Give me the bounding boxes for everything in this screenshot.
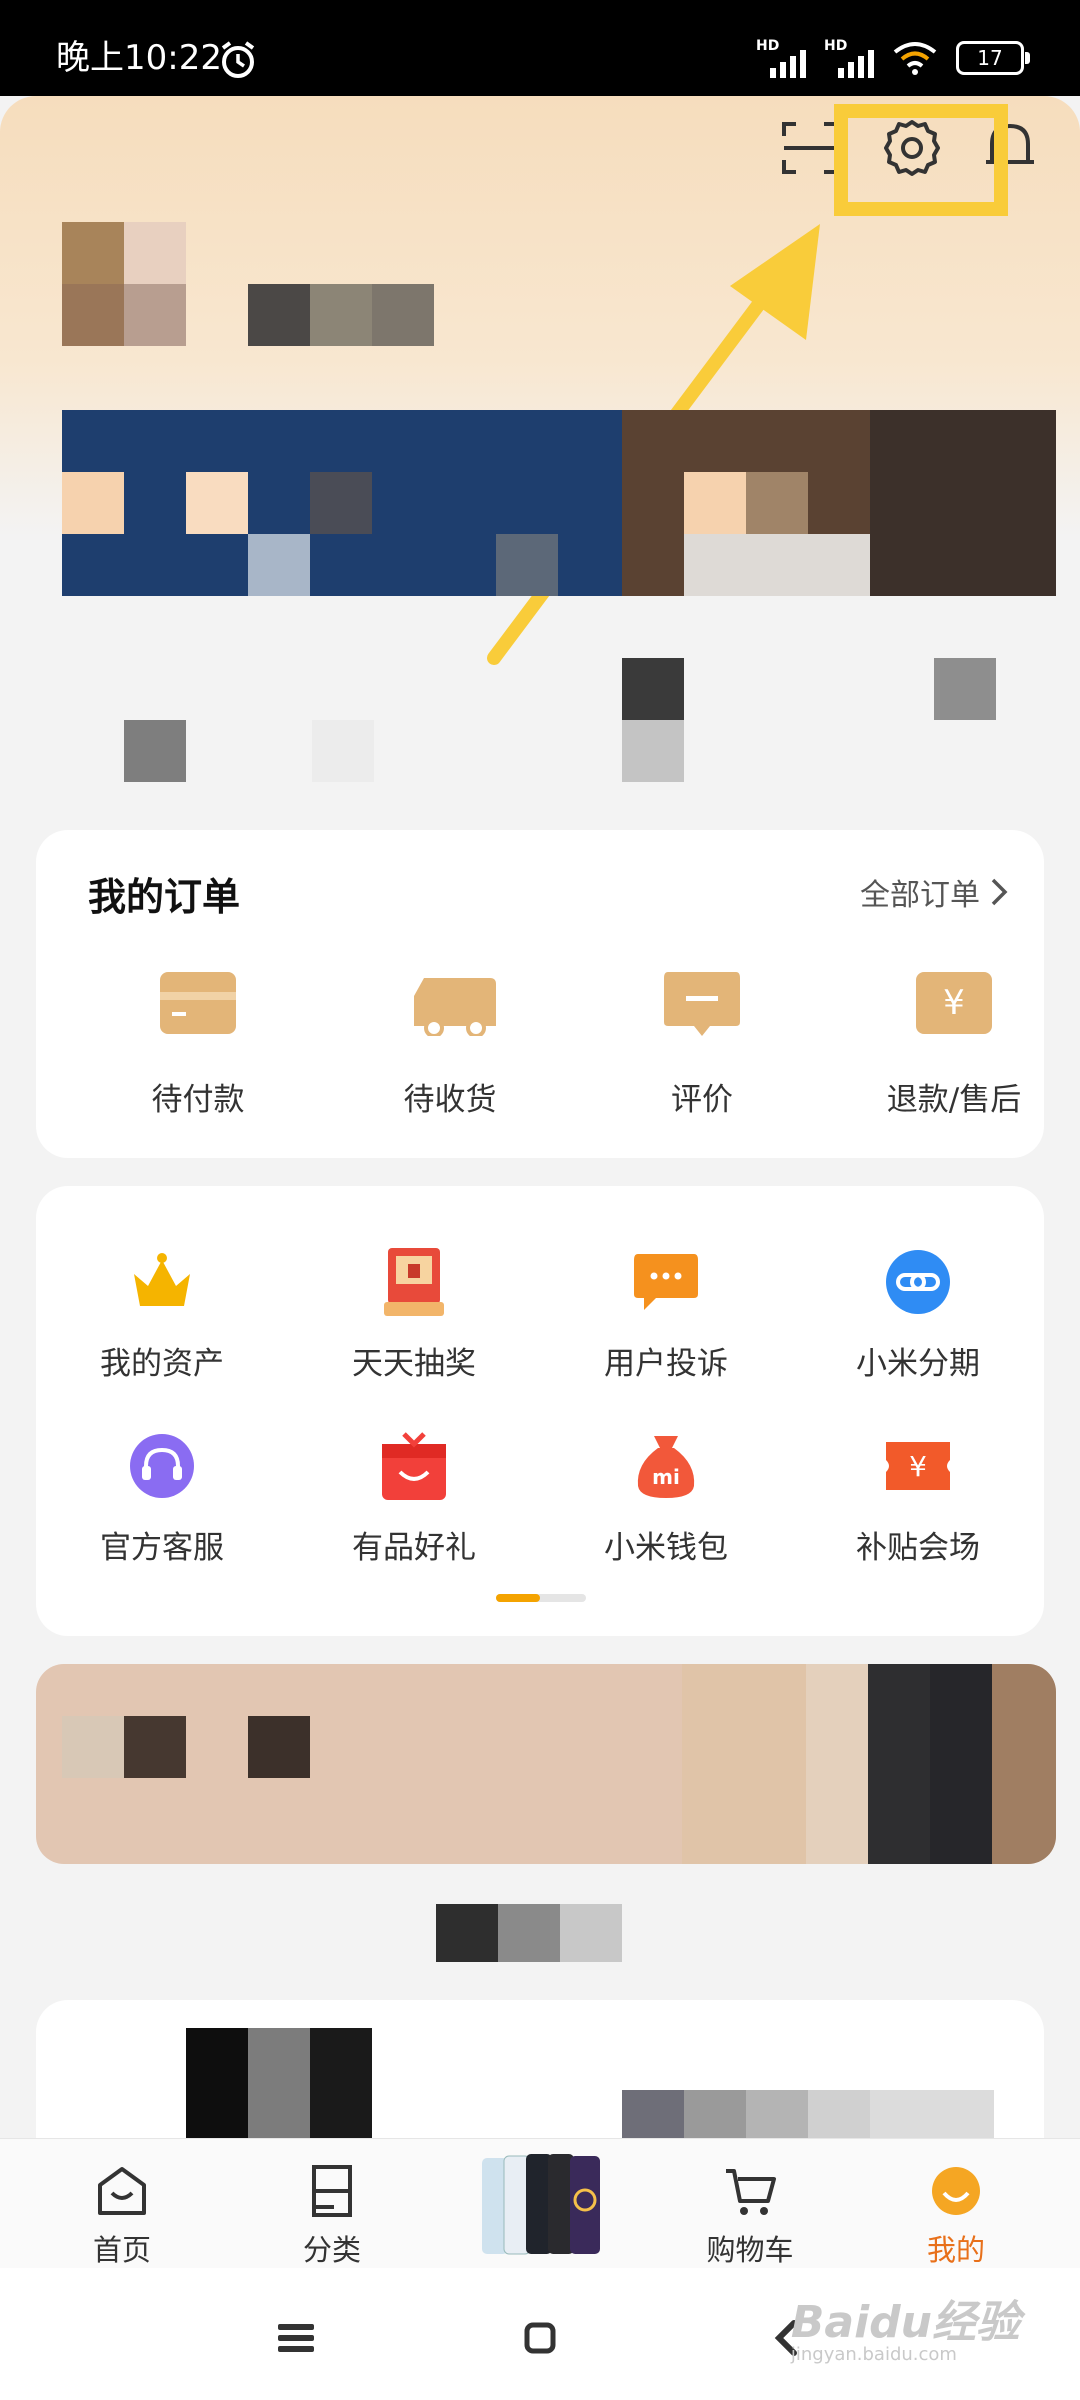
status-time: 晚上10:22 [56, 38, 222, 78]
watermark: Baidu经验 jingyan.baidu.com [790, 2297, 1020, 2365]
svg-text:mi: mi [652, 1465, 680, 1489]
orders-card: 我的订单 全部订单 待付款 待收货 评价 ¥ 退款/售后 [36, 830, 1044, 1158]
all-orders-link[interactable]: 全部订单 [860, 870, 1008, 914]
crown-icon [126, 1246, 198, 1318]
home-square-icon[interactable] [524, 2322, 556, 2354]
service-customer-support[interactable]: 官方客服 [62, 1430, 262, 1567]
page-indicator [496, 1594, 586, 1602]
order-refund-aftersale[interactable]: ¥ 退款/售后 [864, 970, 1044, 1119]
gift-box-icon [378, 1430, 450, 1502]
service-daily-lottery[interactable]: 天天抽奖 [314, 1246, 514, 1383]
alarm-clock-icon [221, 41, 255, 78]
coupon-yen-icon: ¥ [882, 1430, 954, 1502]
settings-highlight-box [834, 104, 1008, 216]
service-complaint[interactable]: 用户投诉 [566, 1246, 766, 1383]
service-mi-wallet[interactable]: mi 小米钱包 [566, 1430, 766, 1567]
lottery-machine-icon [378, 1246, 450, 1318]
nav-cart[interactable]: 购物车 [680, 2163, 820, 2269]
order-pending-payment[interactable]: 待付款 [108, 970, 288, 1119]
service-my-assets[interactable]: 我的资产 [62, 1246, 262, 1383]
wallet-card-icon [158, 970, 238, 1036]
chat-bubble-icon [630, 1246, 702, 1318]
chevron-right-icon [991, 878, 1008, 906]
comment-icon [662, 970, 742, 1036]
cell-signal-icon: HD [756, 38, 806, 78]
service-youpin-gift[interactable]: 有品好礼 [314, 1430, 514, 1567]
promo-banner[interactable] [36, 1664, 1056, 1864]
money-bag-icon: mi [630, 1430, 702, 1502]
order-pending-delivery[interactable]: 待收货 [360, 970, 540, 1119]
orders-title: 我的订单 [88, 875, 241, 919]
status-bar: 晚上10:22 HD HD 17 [0, 0, 1080, 96]
wifi-icon [893, 42, 937, 75]
refund-yen-icon: ¥ [914, 970, 994, 1036]
link-icon [882, 1246, 954, 1318]
nav-home[interactable]: 首页 [52, 2163, 192, 2269]
cart-icon [726, 2169, 776, 2215]
home-icon [98, 2167, 146, 2215]
scan-icon[interactable] [780, 118, 840, 178]
category-icon [312, 2165, 352, 2217]
headset-icon [126, 1430, 198, 1502]
svg-text:¥: ¥ [943, 983, 965, 1023]
phone-promo-icon[interactable] [476, 2150, 606, 2260]
nav-category[interactable]: 分类 [262, 2163, 402, 2269]
delivery-truck-icon [410, 970, 496, 1038]
cell-signal-icon: HD [824, 38, 874, 78]
menu-icon[interactable] [278, 2324, 314, 2352]
services-card: 我的资产 天天抽奖 用户投诉 小米分期 官方客服 有品好礼 mi 小米钱包 ¥ … [36, 1186, 1044, 1636]
service-installments[interactable]: 小米分期 [818, 1246, 1018, 1383]
profile-icon [932, 2167, 980, 2215]
battery-indicator: 17 [956, 41, 1030, 75]
nav-profile[interactable]: 我的 [886, 2163, 1026, 2269]
member-banner [62, 410, 1056, 596]
svg-text:¥: ¥ [909, 1450, 927, 1483]
order-review[interactable]: 评价 [612, 970, 792, 1119]
service-subsidy-venue[interactable]: ¥ 补贴会场 [818, 1430, 1018, 1567]
